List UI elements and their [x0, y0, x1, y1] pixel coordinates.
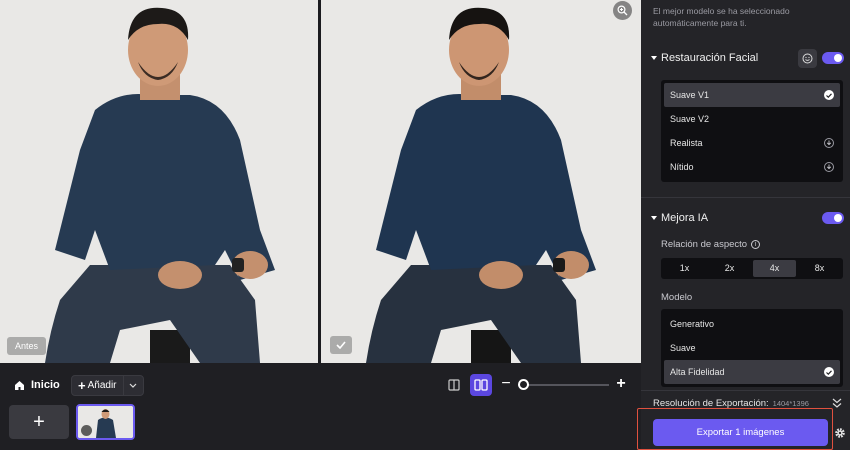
before-label: Antes: [7, 337, 47, 355]
add-control: + Añadir: [71, 375, 144, 396]
zoom-slider[interactable]: [521, 384, 609, 386]
chevron-down-icon: [129, 383, 137, 388]
collapse-caret-icon: [651, 56, 657, 60]
gear-icon[interactable]: [834, 427, 846, 439]
face-icon: [802, 53, 813, 63]
before-photo: [0, 0, 318, 363]
face-option-suave-v2[interactable]: Suave V2: [664, 107, 840, 131]
auto-model-note: El mejor modelo se ha seleccionado autom…: [653, 6, 790, 28]
option-label: Realista: [670, 138, 703, 148]
zoom-in-button[interactable]: +: [614, 376, 628, 394]
image-thumbnail[interactable]: [76, 404, 135, 440]
ai-enhance-header[interactable]: Mejora IA: [641, 203, 850, 233]
scale-8x[interactable]: 8x: [798, 260, 841, 277]
face-restoration-title: Restauración Facial: [661, 52, 759, 64]
home-button[interactable]: Inicio: [14, 379, 60, 391]
scale-selector: 1x 2x 4x 8x: [661, 258, 843, 279]
check-icon: [336, 341, 346, 349]
split-view-icon: [474, 379, 488, 391]
aspect-ratio-label: Relación de aspecto i: [661, 239, 761, 250]
after-image: [321, 0, 641, 363]
section-divider: [641, 390, 850, 391]
add-label: Añadir: [87, 380, 117, 391]
ai-enhance-title: Mejora IA: [661, 212, 709, 224]
home-icon: [15, 381, 24, 390]
model-label: Modelo: [661, 292, 693, 303]
option-label: Suave V1: [670, 90, 710, 100]
download-icon[interactable]: [824, 138, 834, 148]
single-view-icon: [448, 379, 460, 391]
face-restoration-toggle[interactable]: [822, 52, 844, 64]
add-dropdown-button[interactable]: [122, 376, 143, 395]
check-icon: [824, 367, 834, 377]
model-option-alta-fidelidad[interactable]: Alta Fidelidad: [664, 360, 840, 384]
option-label: Suave V2: [670, 114, 710, 124]
download-icon[interactable]: [824, 162, 834, 172]
expand-chevron-icon[interactable]: [831, 396, 843, 410]
face-restoration-header[interactable]: Restauración Facial: [641, 43, 850, 73]
thumbnail-status-icon: [81, 425, 92, 436]
option-label: Alta Fidelidad: [670, 367, 725, 377]
face-option-suave-v1[interactable]: Suave V1: [664, 83, 840, 107]
resolution-value: 1404*1396: [772, 398, 809, 408]
model-option-generativo[interactable]: Generativo: [664, 312, 840, 336]
image-preview: Antes: [0, 0, 641, 363]
after-label: [330, 336, 352, 354]
scale-4x[interactable]: 4x: [753, 260, 796, 277]
face-model-list: Suave V1 Suave V2 Realista Nítido: [661, 80, 843, 182]
option-label: Suave: [670, 343, 696, 353]
enhance-model-list: Generativo Suave Alta Fidelidad: [661, 309, 843, 387]
collapse-caret-icon: [651, 216, 657, 220]
scale-1x[interactable]: 1x: [663, 260, 706, 277]
model-option-suave[interactable]: Suave: [664, 336, 840, 360]
check-icon: [824, 90, 834, 100]
ai-enhance-toggle[interactable]: [822, 212, 844, 224]
scale-2x[interactable]: 2x: [708, 260, 751, 277]
option-label: Nítido: [670, 162, 694, 172]
zoom-button[interactable]: [613, 1, 632, 20]
settings-panel: El mejor modelo se ha seleccionado autom…: [641, 0, 850, 450]
info-icon[interactable]: i: [751, 240, 761, 249]
plus-icon: +: [78, 378, 86, 393]
face-option-nitido[interactable]: Nítido: [664, 155, 840, 179]
split-view-button[interactable]: [470, 374, 492, 396]
option-label: Generativo: [670, 319, 715, 329]
add-image-tile[interactable]: +: [9, 405, 69, 439]
add-button[interactable]: + Añadir: [72, 376, 123, 395]
after-photo: [321, 0, 641, 363]
zoom-out-button[interactable]: −: [500, 376, 512, 394]
resolution-label: Resolución de Exportación:: [653, 397, 769, 409]
zoom-in-icon: [617, 5, 628, 16]
face-option-realista[interactable]: Realista: [664, 131, 840, 155]
bottom-toolbar: Inicio + Añadir − + +: [0, 363, 641, 450]
aspect-ratio-text: Relación de aspecto: [661, 239, 748, 250]
single-view-button[interactable]: [444, 375, 464, 395]
before-image: [0, 0, 318, 363]
section-divider: [641, 197, 850, 198]
face-preview-button[interactable]: [798, 48, 817, 68]
zoom-slider-handle[interactable]: [518, 379, 529, 390]
home-label: Inicio: [31, 379, 60, 391]
export-button[interactable]: Exportar 1 imágenes: [653, 419, 828, 446]
